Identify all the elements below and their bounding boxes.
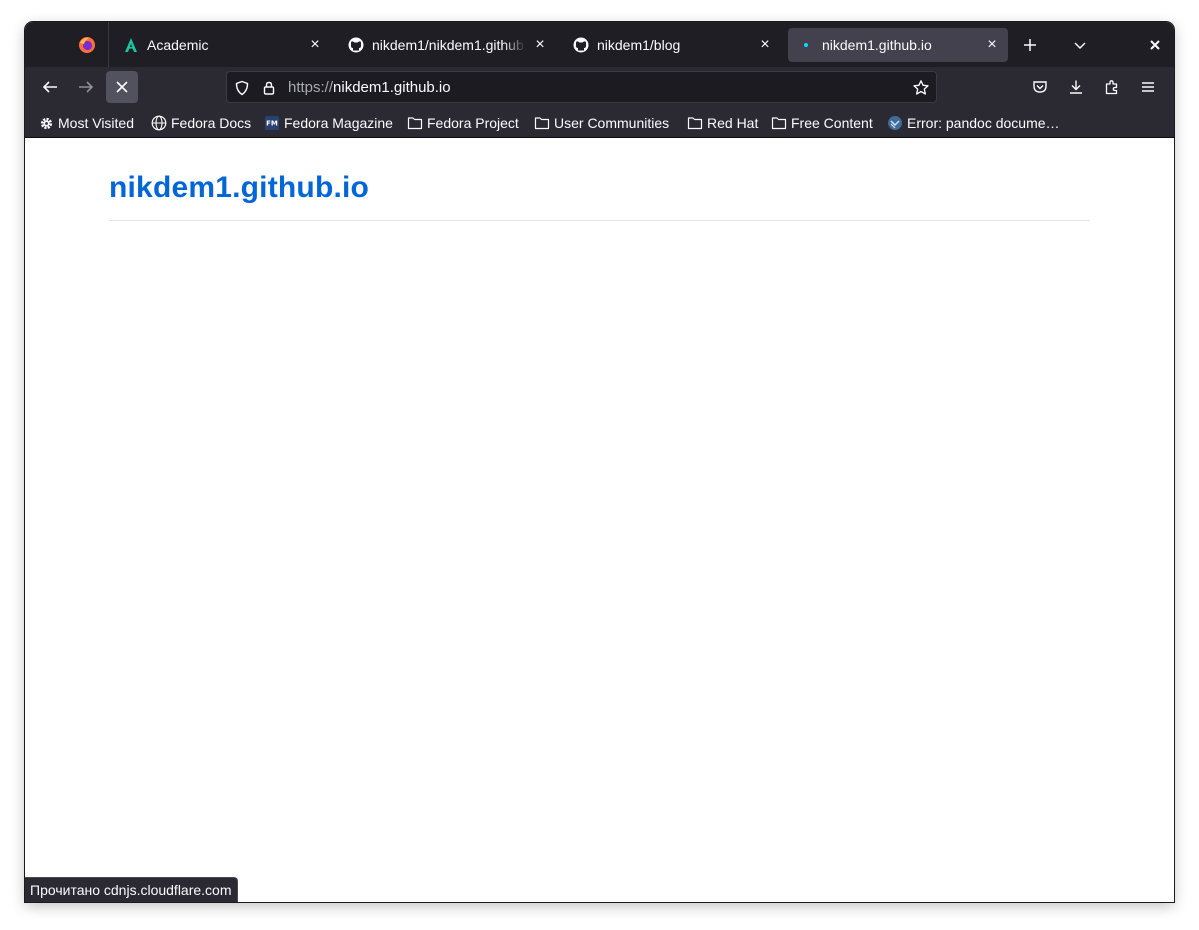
status-text: Прочитано cdnjs.cloudflare.com <box>30 882 232 898</box>
bookmark-pandoc-error[interactable]: Error: pandoc docume… <box>887 114 1060 132</box>
back-arrow-icon <box>42 81 57 93</box>
bookmark-red-hat[interactable]: Red Hat <box>687 114 758 132</box>
globe-icon <box>151 115 167 131</box>
download-icon <box>1070 80 1082 94</box>
svg-text:FM: FM <box>266 120 278 128</box>
stop-icon <box>116 81 128 93</box>
page-content: nikdem1.github.io <box>25 138 1174 902</box>
browser-window: Academic × nikdem1/nikdem1.github.io × n… <box>25 22 1174 902</box>
close-tab-icon[interactable]: × <box>757 36 773 53</box>
folder-icon <box>534 115 550 131</box>
bookmark-fedora-magazine[interactable]: FM Fedora Magazine <box>264 114 393 132</box>
close-icon <box>1150 40 1160 50</box>
pocket-icon <box>1033 81 1047 93</box>
gear-icon <box>38 115 54 131</box>
bookmark-label: Fedora Project <box>427 115 519 131</box>
folder-icon <box>771 115 787 131</box>
github-icon <box>348 37 364 53</box>
close-tab-icon[interactable]: × <box>307 36 323 53</box>
chevron-down-icon <box>1074 42 1086 50</box>
bookmark-label: Free Content <box>791 115 873 131</box>
bookmark-label: Red Hat <box>707 115 759 131</box>
extensions-button[interactable] <box>1096 71 1128 103</box>
tab-nikdem1-repo[interactable]: nikdem1/nikdem1.github.io × <box>338 28 556 62</box>
pandoc-icon <box>887 115 903 131</box>
bookmark-fedora-docs[interactable]: Fedora Docs <box>151 114 251 132</box>
bookmark-most-visited[interactable]: Most Visited <box>38 114 134 132</box>
tab-academic[interactable]: Academic × <box>113 28 331 62</box>
url-text[interactable]: https://nikdem1.github.io <box>288 79 451 96</box>
title-divider <box>109 220 1090 221</box>
list-all-tabs-button[interactable] <box>1067 32 1093 58</box>
forward-arrow-icon <box>79 81 94 93</box>
stop-loading-button[interactable] <box>106 71 138 103</box>
bookmark-user-communities[interactable]: User Communities <box>534 114 669 132</box>
tab-strip-separator <box>108 22 109 67</box>
firefox-view-icon[interactable] <box>69 28 105 61</box>
academic-icon <box>123 37 139 53</box>
folder-icon <box>407 115 423 131</box>
bookmark-label: Fedora Docs <box>171 115 252 131</box>
pocket-button[interactable] <box>1024 71 1056 103</box>
close-window-button[interactable] <box>1142 32 1168 58</box>
tab-label: Academic <box>147 37 209 53</box>
url-host: nikdem1.github.io <box>333 79 451 96</box>
url-scheme: https:// <box>288 79 334 96</box>
bookmark-free-content[interactable]: Free Content <box>771 114 873 132</box>
tab-nikdem1-site[interactable]: nikdem1.github.io × <box>788 28 1008 62</box>
status-panel: Прочитано cdnjs.cloudflare.com <box>25 877 238 902</box>
bookmark-label: Most Visited <box>58 115 134 131</box>
plus-icon <box>1024 39 1036 51</box>
fedora-magazine-icon: FM <box>264 115 280 131</box>
site-title-link[interactable]: nikdem1.github.io <box>109 171 369 205</box>
bookmark-star-icon[interactable] <box>912 79 930 97</box>
tracking-protection-shield-icon[interactable] <box>233 79 251 97</box>
lock-icon[interactable] <box>260 79 278 97</box>
loading-dot-icon <box>798 37 814 53</box>
tab-label: nikdem1/blog <box>597 37 681 53</box>
bookmark-label: User Communities <box>554 115 670 131</box>
close-tab-icon[interactable]: × <box>984 36 1000 53</box>
close-tab-icon[interactable]: × <box>532 36 548 53</box>
bookmark-fedora-project[interactable]: Fedora Project <box>407 114 519 132</box>
back-button[interactable] <box>34 71 66 103</box>
url-bar[interactable]: https://nikdem1.github.io <box>226 71 937 103</box>
downloads-button[interactable] <box>1060 71 1092 103</box>
tab-label: nikdem1/nikdem1.github.io <box>372 37 526 53</box>
tab-strip: Academic × nikdem1/nikdem1.github.io × n… <box>25 22 1174 67</box>
bookmark-label: Error: pandoc docume… <box>907 115 1060 131</box>
bookmarks-toolbar: Most Visited Fedora Docs FM Fedora Magaz… <box>25 107 1174 138</box>
new-tab-button[interactable] <box>1017 32 1043 58</box>
bookmark-label: Fedora Magazine <box>284 115 393 131</box>
hamburger-menu-icon <box>1142 82 1154 92</box>
puzzle-piece-icon <box>1105 80 1118 95</box>
tab-label: nikdem1.github.io <box>822 37 932 53</box>
app-menu-button[interactable] <box>1132 71 1164 103</box>
github-icon <box>573 37 589 53</box>
forward-button[interactable] <box>70 71 102 103</box>
folder-icon <box>687 115 703 131</box>
tab-nikdem1-blog[interactable]: nikdem1/blog × <box>563 28 781 62</box>
navigation-toolbar: https://nikdem1.github.io <box>25 67 1174 107</box>
